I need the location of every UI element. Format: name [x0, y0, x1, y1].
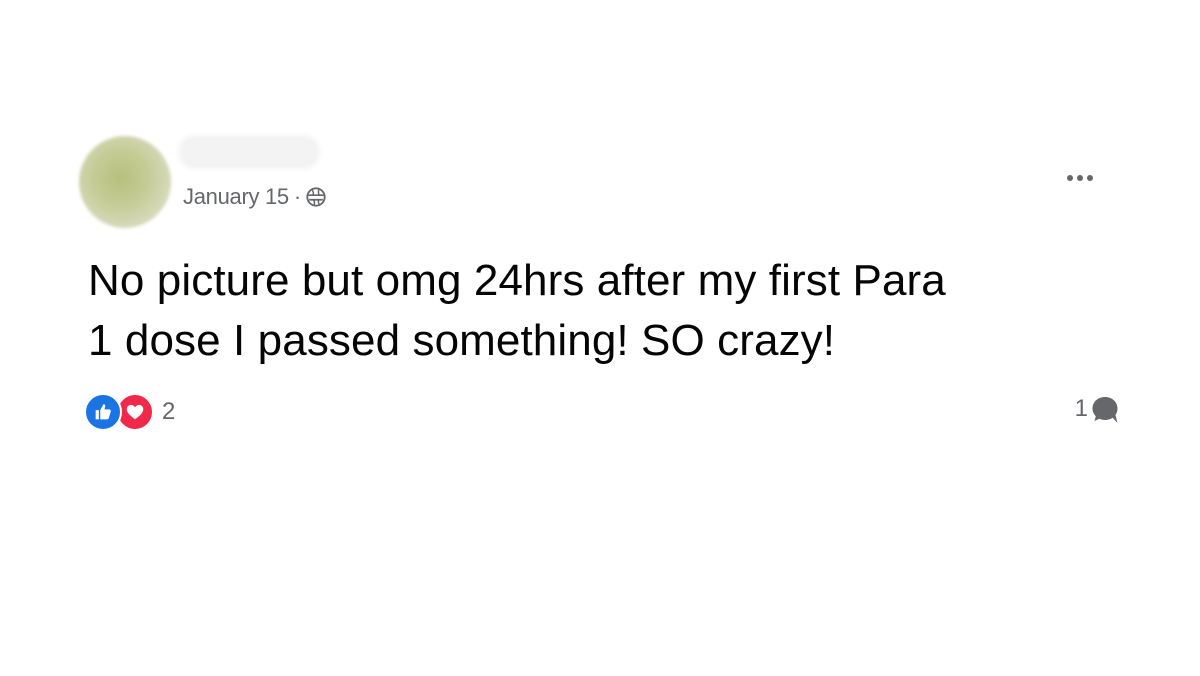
author-name-redacted[interactable]: [181, 138, 317, 166]
meta-separator: ·: [293, 184, 301, 209]
reaction-count: 2: [162, 398, 176, 425]
globe-icon: [306, 187, 326, 207]
more-options-button[interactable]: [1058, 166, 1102, 190]
post-text-line: 1 dose I passed something! SO crazy!: [88, 316, 836, 365]
reactions-summary[interactable]: 2: [84, 393, 175, 431]
post-text-line: No picture but omg 24hrs after my first …: [88, 256, 946, 305]
post-meta: January 15 ·: [183, 183, 327, 211]
comment-count: 1: [1074, 395, 1088, 422]
more-options-icon: [1067, 175, 1073, 181]
post-date[interactable]: January 15: [183, 183, 289, 211]
like-icon: [84, 393, 122, 431]
comment-icon: [1092, 397, 1118, 423]
post-text: No picture but omg 24hrs after my first …: [88, 251, 1148, 371]
comments-summary[interactable]: 1: [1075, 393, 1120, 425]
avatar[interactable]: [79, 136, 171, 228]
facebook-post: January 15 · No picture but omg 24hrs af…: [0, 0, 1200, 676]
